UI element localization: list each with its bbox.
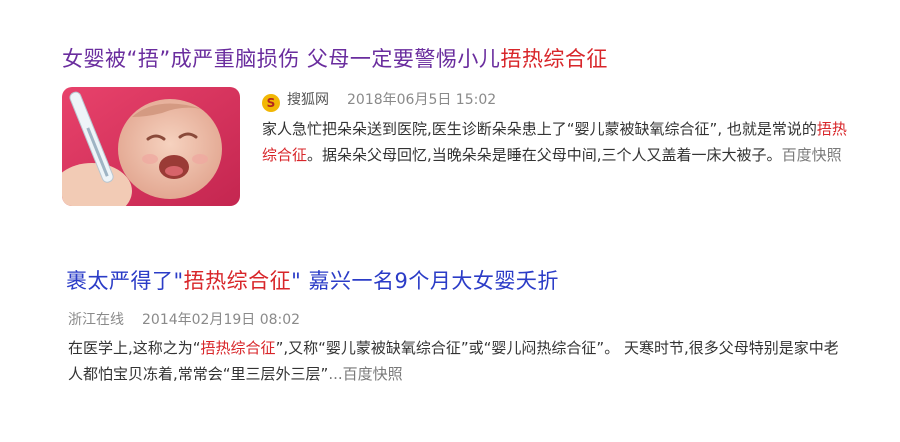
cache-link[interactable]: 百度快照	[782, 146, 842, 164]
publish-date: 2018年06月5日 15:02	[347, 92, 497, 108]
source-name[interactable]: 浙江在线	[68, 312, 124, 328]
snippet-text: 在医学上,这称之为“	[68, 339, 201, 357]
cache-link[interactable]: ...百度快照	[328, 365, 402, 383]
result-snippet: 家人急忙把朵朵送到医院,医生诊断朵朵患上了“婴儿蒙被缺氧综合征”, 也就是常说的…	[262, 116, 852, 168]
result-meta: S 搜狐网 2018年06月5日 15:02	[262, 90, 496, 112]
crying-baby-thermometer-image	[62, 87, 240, 206]
title-highlight: 捂热综合征	[183, 269, 292, 293]
title-text: 裹太严得了"	[66, 269, 184, 293]
result-meta: 浙江在线 2014年02月19日 08:02	[68, 310, 300, 330]
snippet-text-tail: 。据朵朵父母回忆,当晚朵朵是睡在父母中间,三个人又盖着一床大被子。	[307, 146, 782, 164]
title-text: 女婴被“捂”成严重脑损伤 父母一定要警惕小儿	[62, 47, 501, 71]
publish-date: 2014年02月19日 08:02	[142, 312, 301, 328]
title-text-tail: " 嘉兴一名9个月大女婴夭折	[291, 269, 559, 293]
title-highlight: 捂热综合征	[500, 47, 608, 71]
result-thumbnail[interactable]	[62, 87, 240, 206]
result-snippet: 在医学上,这称之为“捂热综合征”,又称“婴儿蒙被缺氧综合征”或“婴儿闷热综合征”…	[68, 335, 848, 387]
sohu-fox-icon: S	[262, 94, 280, 112]
snippet-highlight: 捂热综合征	[200, 339, 276, 357]
snippet-text: 家人急忙把朵朵送到医院,医生诊断朵朵患上了“婴儿蒙被缺氧综合征”, 也就是常说的	[262, 120, 817, 138]
result-title-link[interactable]: 女婴被“捂”成严重脑损伤 父母一定要警惕小儿捂热综合征	[62, 44, 608, 74]
source-name[interactable]: 搜狐网	[287, 92, 329, 108]
result-title-link[interactable]: 裹太严得了"捂热综合征" 嘉兴一名9个月大女婴夭折	[66, 266, 559, 296]
